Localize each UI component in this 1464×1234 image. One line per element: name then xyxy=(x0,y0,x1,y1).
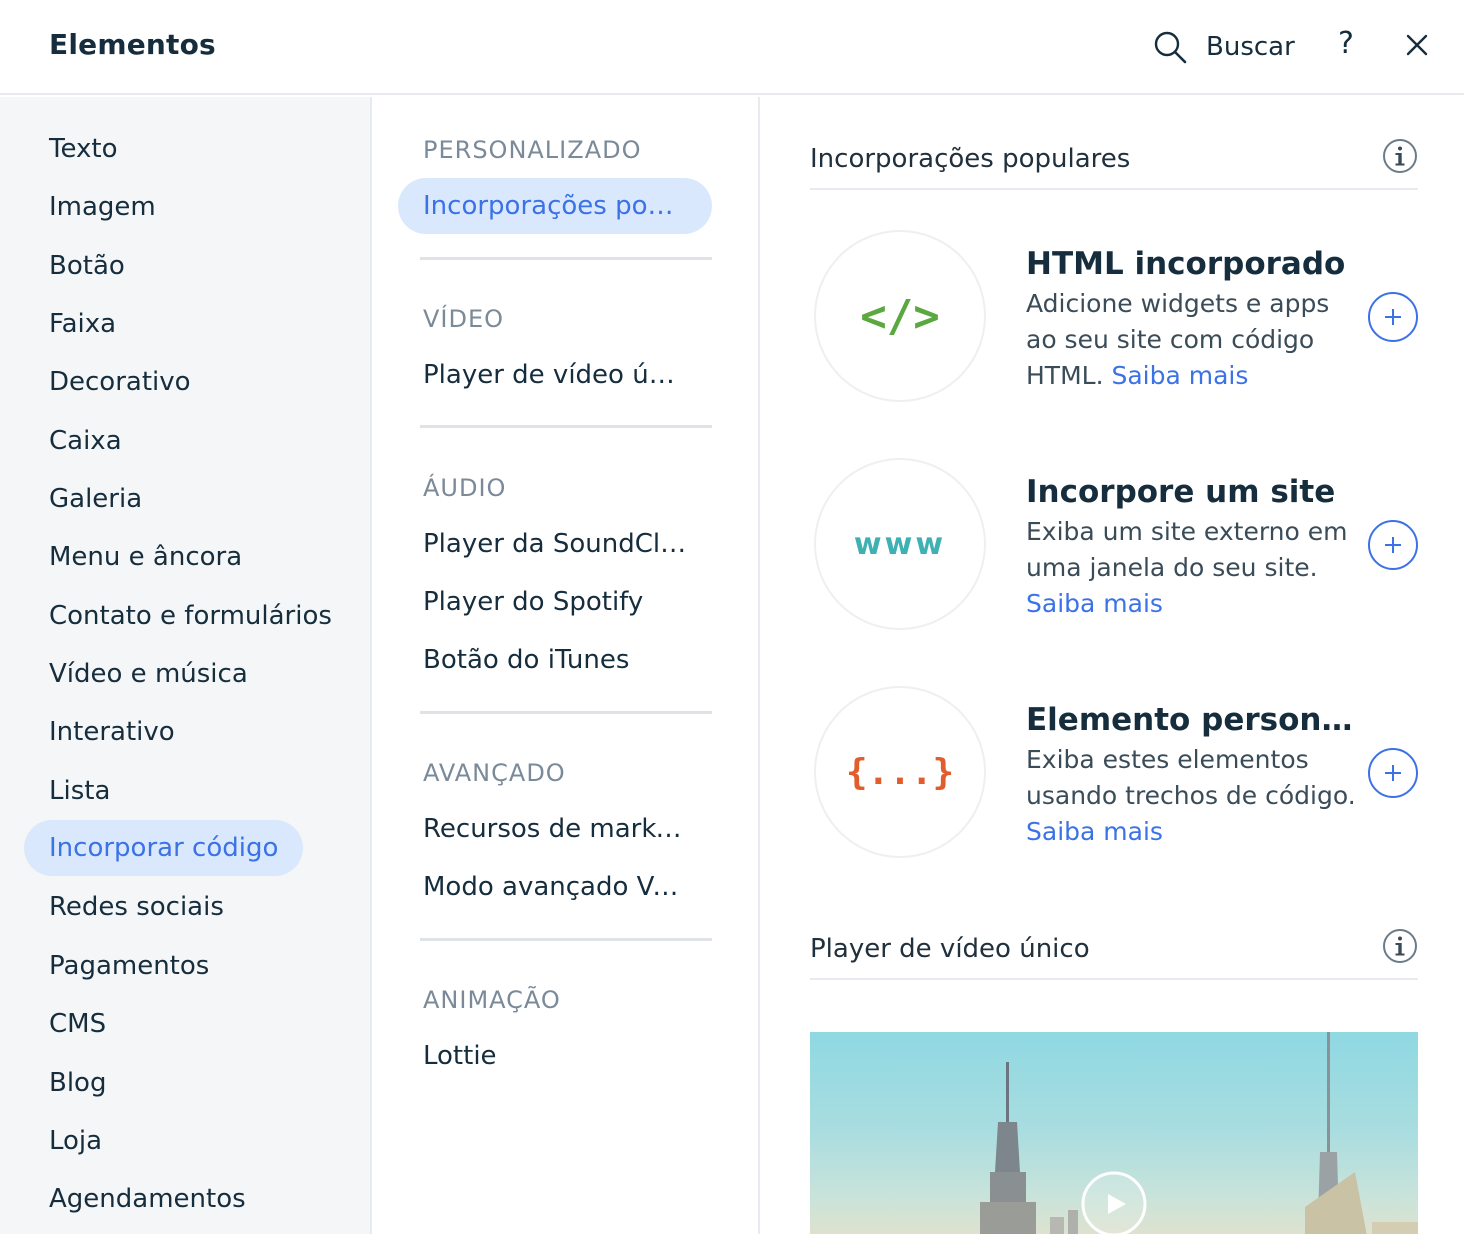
code-icon: </> xyxy=(860,290,940,342)
category-item-loja[interactable]: Loja xyxy=(24,1113,127,1169)
subcategory-label: Player da SoundCloud xyxy=(423,529,687,559)
section-heading-video: VÍDEO xyxy=(423,305,505,333)
category-item-blog[interactable]: Blog xyxy=(24,1055,131,1111)
section-heading-audio: ÁUDIO xyxy=(423,474,507,502)
subcategory-label: Player do Spotify xyxy=(423,587,644,617)
subcategory-item-lottie[interactable]: Lottie xyxy=(398,1028,712,1084)
play-icon[interactable] xyxy=(1080,1170,1148,1234)
category-item-botao[interactable]: Botão xyxy=(24,238,150,294)
card-desc-text: Exiba estes elementos usando trechos de … xyxy=(1026,745,1356,810)
section-divider xyxy=(420,938,712,941)
card-desc-text: Exiba um site externo em uma janela do s… xyxy=(1026,517,1348,582)
section-divider xyxy=(420,257,712,260)
section-title: Incorporações populares xyxy=(810,144,1131,174)
braces-icon: {...} xyxy=(845,751,955,793)
category-item-pagamentos[interactable]: Pagamentos xyxy=(24,938,234,994)
subcategory-label: Lottie xyxy=(423,1041,497,1071)
plus-icon xyxy=(1385,765,1401,781)
card-thumbnail: www xyxy=(814,458,986,630)
section-header-incorporacoes: Incorporações populares xyxy=(810,130,1418,190)
search-label: Buscar xyxy=(1206,32,1295,62)
category-item-caixa[interactable]: Caixa xyxy=(24,413,147,469)
card-text: Incorpore um site Exiba um site externo … xyxy=(1026,472,1362,622)
www-icon: www xyxy=(853,526,947,562)
plus-icon xyxy=(1385,537,1401,553)
category-item-lista[interactable]: Lista xyxy=(24,763,135,819)
subcategory-item-soundcloud[interactable]: Player da SoundCloud xyxy=(398,516,712,572)
category-sidebar: Texto Imagem Botão Faixa Decorativo Caix… xyxy=(0,97,372,1234)
card-text: HTML incorporado Adicione widgets e apps… xyxy=(1026,244,1362,394)
subcategory-label: Player de vídeo único xyxy=(423,360,687,390)
category-item-texto[interactable]: Texto xyxy=(24,121,143,177)
category-item-redes-sociais[interactable]: Redes sociais xyxy=(24,879,249,935)
close-icon[interactable] xyxy=(1402,30,1432,60)
subcategory-item-spotify[interactable]: Player do Spotify xyxy=(398,574,712,630)
subcategory-label: Botão do iTunes xyxy=(423,645,630,675)
embed-card-site[interactable]: www Incorpore um site Exiba um site exte… xyxy=(810,458,1430,638)
section-divider xyxy=(420,425,712,428)
subcategory-label: Incorporações populares xyxy=(423,191,687,221)
section-heading-animacao: ANIMAÇÃO xyxy=(423,986,561,1014)
subcategory-panel: PERSONALIZADO Incorporações populares VÍ… xyxy=(374,97,760,1234)
card-text: Elemento personalizado Exiba estes eleme… xyxy=(1026,700,1362,850)
section-header-video: Player de vídeo único xyxy=(810,920,1418,980)
card-description: Adicione widgets e apps ao seu site com … xyxy=(1026,286,1362,394)
category-item-interativo[interactable]: Interativo xyxy=(24,704,200,760)
category-item-agendamentos[interactable]: Agendamentos xyxy=(24,1171,271,1227)
category-item-contato-formularios[interactable]: Contato e formulários xyxy=(24,588,357,644)
plus-icon xyxy=(1385,309,1401,325)
subcategory-item-recursos-marketing[interactable]: Recursos de marketing xyxy=(398,801,712,857)
add-button[interactable] xyxy=(1368,748,1418,798)
subcategory-item-player-video-unico[interactable]: Player de vídeo único xyxy=(398,347,712,403)
subcategory-label: Modo avançado Velo xyxy=(423,872,687,902)
category-item-incorporar-codigo[interactable]: Incorporar código xyxy=(24,820,304,876)
help-button[interactable]: ? xyxy=(1338,26,1354,61)
learn-more-link[interactable]: Saiba mais xyxy=(1026,817,1163,846)
category-item-galeria[interactable]: Galeria xyxy=(24,471,167,527)
subcategory-item-incorporacoes-populares[interactable]: Incorporações populares xyxy=(398,178,712,234)
category-item-faixa[interactable]: Faixa xyxy=(24,296,141,352)
category-item-imagem[interactable]: Imagem xyxy=(24,179,181,235)
category-item-video-musica[interactable]: Vídeo e música xyxy=(24,646,273,702)
embed-card-custom-element[interactable]: {...} Elemento personalizado Exiba estes… xyxy=(810,686,1430,866)
subcategory-label: Recursos de marketing xyxy=(423,814,687,844)
learn-more-link[interactable]: Saiba mais xyxy=(1026,589,1163,618)
card-thumbnail: </> xyxy=(814,230,986,402)
card-title: Elemento personalizado xyxy=(1026,702,1362,738)
add-button[interactable] xyxy=(1368,292,1418,342)
add-button[interactable] xyxy=(1368,520,1418,570)
panel-header: Elementos Buscar ? xyxy=(0,0,1464,95)
card-description: Exiba um site externo em uma janela do s… xyxy=(1026,514,1362,622)
embed-card-html[interactable]: </> HTML incorporado Adicione widgets e … xyxy=(810,230,1430,410)
card-title: Incorpore um site xyxy=(1026,474,1336,510)
section-heading-personalizado: PERSONALIZADO xyxy=(423,136,642,164)
panel-title: Elementos xyxy=(49,28,216,61)
card-description: Exiba estes elementos usando trechos de … xyxy=(1026,742,1362,850)
content-pane: Incorporações populares </> HTML incorpo… xyxy=(762,97,1464,1234)
info-icon[interactable] xyxy=(1382,138,1418,174)
learn-more-link[interactable]: Saiba mais xyxy=(1111,361,1248,390)
section-title: Player de vídeo único xyxy=(810,934,1090,964)
search-icon xyxy=(1154,31,1187,64)
section-divider xyxy=(420,711,712,714)
video-player-thumbnail[interactable] xyxy=(810,1032,1418,1234)
card-title: HTML incorporado xyxy=(1026,246,1346,282)
category-item-decorativo[interactable]: Decorativo xyxy=(24,354,216,410)
section-heading-avancado: AVANÇADO xyxy=(423,759,566,787)
info-icon[interactable] xyxy=(1382,928,1418,964)
search-button[interactable]: Buscar xyxy=(1152,24,1295,70)
card-thumbnail: {...} xyxy=(814,686,986,858)
subcategory-item-modo-avancado-velo[interactable]: Modo avançado Velo xyxy=(398,859,712,915)
category-item-menu-ancora[interactable]: Menu e âncora xyxy=(24,529,267,585)
subcategory-item-itunes[interactable]: Botão do iTunes xyxy=(398,632,712,688)
category-item-cms[interactable]: CMS xyxy=(24,996,131,1052)
